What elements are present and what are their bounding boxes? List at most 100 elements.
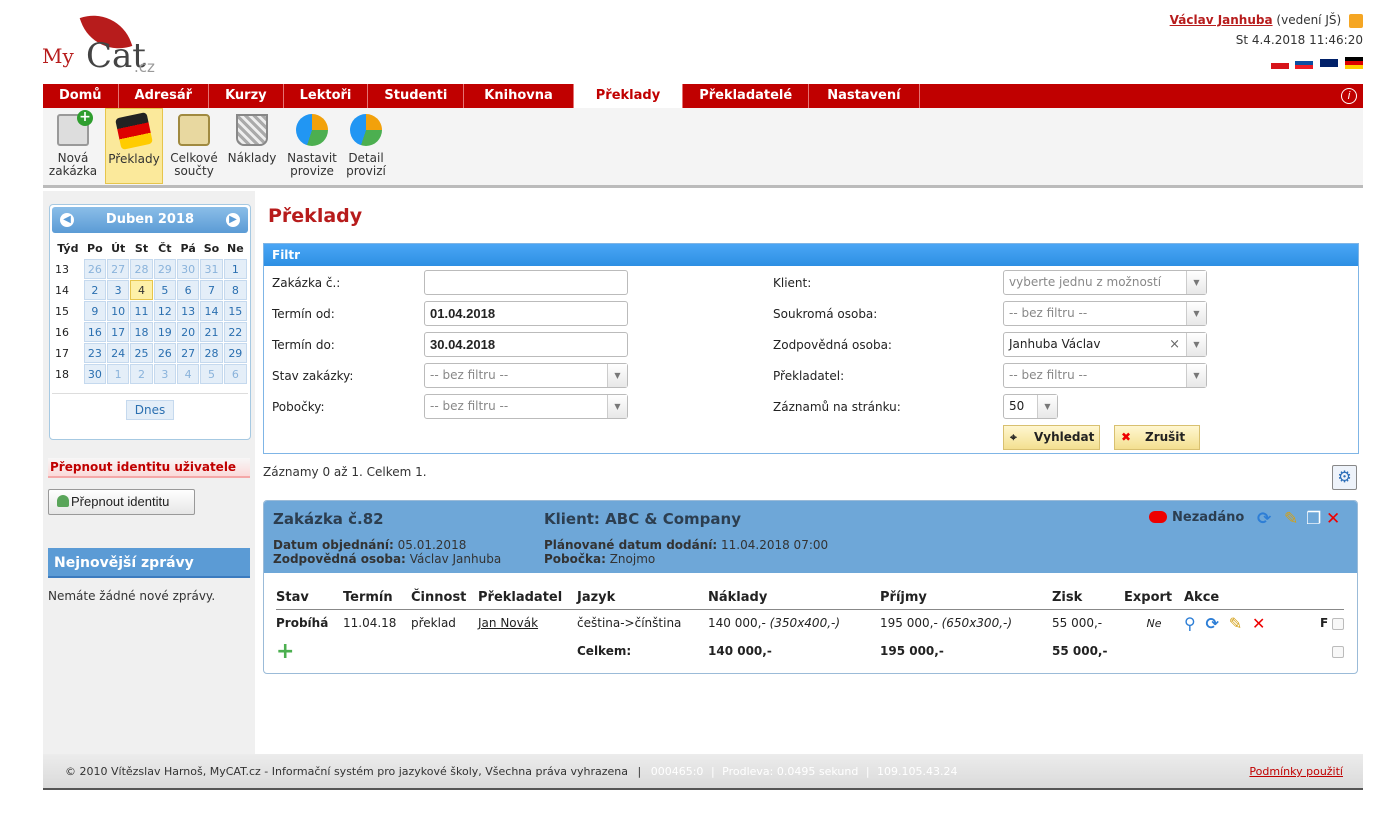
commission-detail-button[interactable]: Detail provizí [343, 108, 389, 184]
german-flag-icon[interactable] [1345, 56, 1363, 69]
edit-icon[interactable]: ✎ [1284, 509, 1298, 529]
calendar-day[interactable]: 1 [107, 364, 130, 384]
delete-icon[interactable]: ✕ [1326, 509, 1340, 529]
search-button[interactable]: ⌖ Vyhledat [1003, 425, 1100, 450]
totals-button[interactable]: Celkové součty [167, 108, 221, 184]
private-person-select[interactable]: -- bez filtru -- ▼ [1003, 301, 1207, 326]
calendar-day[interactable]: 15 [223, 301, 247, 321]
edit-icon[interactable]: ✎ [1229, 614, 1242, 633]
footer-sep: | [710, 765, 715, 778]
main-navigation: Domů Adresář Kurzy Lektoři Studenti Knih… [43, 84, 1363, 108]
calendar-day[interactable]: 10 [107, 301, 130, 321]
logout-icon[interactable] [1349, 13, 1363, 28]
prev-month-icon[interactable]: ◀ [60, 213, 74, 227]
calendar-day[interactable]: 25 [130, 343, 153, 363]
tab-prekladatele[interactable]: Překladatelé [683, 84, 810, 108]
costs-button[interactable]: Náklady [225, 108, 279, 184]
calendar-day[interactable]: 19 [153, 322, 176, 342]
branches-select[interactable]: -- bez filtru -- ▼ [424, 394, 628, 419]
tab-knihovna[interactable]: Knihovna [464, 84, 574, 108]
user-name-link[interactable]: Václav Janhuba [1170, 13, 1273, 27]
calendar-day-today[interactable]: 4 [130, 280, 153, 300]
calendar-day[interactable]: 18 [130, 322, 153, 342]
calendar-day[interactable]: 14 [200, 301, 223, 321]
calendar-day[interactable]: 30 [176, 259, 200, 279]
cancel-button[interactable]: ✖ Zrušit [1114, 425, 1200, 450]
copy-icon[interactable]: ❐ [1306, 509, 1321, 529]
czech-flag-icon[interactable] [1270, 56, 1289, 69]
translator-select[interactable]: -- bez filtru -- ▼ [1003, 363, 1207, 388]
status-select[interactable]: -- bez filtru -- ▼ [424, 363, 628, 388]
calendar-day[interactable]: 8 [223, 280, 247, 300]
calendar-day[interactable]: 27 [176, 343, 200, 363]
row-checkbox[interactable] [1332, 617, 1344, 630]
calendar-day[interactable]: 20 [176, 322, 200, 342]
calendar-day[interactable]: 6 [176, 280, 200, 300]
mycat-logo[interactable]: My Cat .cz [42, 4, 162, 80]
calendar-day[interactable]: 29 [223, 343, 247, 363]
calendar-day[interactable]: 3 [153, 364, 176, 384]
info-icon[interactable]: i [1341, 88, 1357, 104]
calendar-day[interactable]: 2 [130, 364, 153, 384]
calendar-day[interactable]: 29 [153, 259, 176, 279]
calendar-day[interactable]: 7 [200, 280, 223, 300]
tab-nastaveni[interactable]: Nastavení [809, 84, 920, 108]
date-to-input[interactable]: 30.04.2018 [424, 332, 628, 357]
calendar-day[interactable]: 17 [107, 322, 130, 342]
responsible-select[interactable]: Janhuba Václav × ▼ [1003, 332, 1207, 357]
new-order-button[interactable]: Nová zakázka [45, 108, 101, 184]
magnifier-icon[interactable]: ⚲ [1184, 614, 1196, 633]
slovak-flag-icon[interactable] [1295, 56, 1314, 69]
tab-domu[interactable]: Domů [43, 84, 119, 108]
calendar-day[interactable]: 28 [130, 259, 153, 279]
tab-adresar[interactable]: Adresář [119, 84, 210, 108]
clear-icon[interactable]: × [1169, 333, 1180, 356]
calendar-day[interactable]: 30 [83, 364, 106, 384]
total-checkbox[interactable] [1332, 645, 1344, 658]
tab-studenti[interactable]: Studenti [368, 84, 465, 108]
calendar-day[interactable]: 24 [107, 343, 130, 363]
terms-link[interactable]: Podmínky použití [1249, 754, 1343, 790]
calendar-day[interactable]: 5 [200, 364, 223, 384]
delete-icon[interactable]: ✕ [1252, 614, 1265, 633]
order-no-input[interactable] [424, 270, 628, 295]
client-select[interactable]: vyberte jednu z možností ▼ [1003, 270, 1207, 295]
calendar-day[interactable]: 22 [223, 322, 247, 342]
per-page-select[interactable]: 50 ▼ [1003, 394, 1058, 419]
refresh-icon[interactable]: ⟳ [1257, 509, 1271, 529]
calendar-day[interactable]: 9 [83, 301, 106, 321]
today-button[interactable]: Dnes [125, 400, 175, 420]
english-flag-icon[interactable] [1320, 56, 1339, 69]
calendar-day[interactable]: 4 [176, 364, 200, 384]
calendar-day[interactable]: 26 [83, 259, 106, 279]
translator-link[interactable]: Jan Novák [478, 616, 538, 630]
calendar-day[interactable]: 16 [83, 322, 106, 342]
calendar-day[interactable]: 3 [107, 280, 130, 300]
add-item-icon[interactable]: + [276, 639, 294, 664]
calendar-day[interactable]: 12 [153, 301, 176, 321]
next-month-icon[interactable]: ▶ [226, 213, 240, 227]
set-commissions-button[interactable]: Nastavit provize [283, 108, 341, 184]
calendar-day[interactable]: 2 [83, 280, 106, 300]
tab-preklady[interactable]: Překlady [573, 84, 684, 108]
calendar-day[interactable]: 6 [223, 364, 247, 384]
date-from-input[interactable]: 01.04.2018 [424, 301, 628, 326]
translations-button[interactable]: Překlady [105, 108, 163, 184]
calendar-day[interactable]: 5 [153, 280, 176, 300]
user-box: Václav Janhuba (vedení JŠ) St 4.4.2018 1… [1170, 10, 1363, 72]
calendar-day[interactable]: 21 [200, 322, 223, 342]
refresh-icon[interactable]: ⟳ [1206, 614, 1219, 633]
tab-kurzy[interactable]: Kurzy [209, 84, 284, 108]
calendar-day[interactable]: 26 [153, 343, 176, 363]
calendar-day[interactable]: 11 [130, 301, 153, 321]
calendar-day[interactable]: 28 [200, 343, 223, 363]
switch-identity-button[interactable]: Přepnout identitu [48, 489, 195, 515]
calendar-day[interactable]: 13 [176, 301, 200, 321]
calendar-day[interactable]: 1 [223, 259, 247, 279]
table-settings-icon[interactable]: ⚙ [1332, 465, 1357, 490]
calendar-day[interactable]: 31 [200, 259, 223, 279]
calendar-day[interactable]: 23 [83, 343, 106, 363]
tab-lektori[interactable]: Lektoři [284, 84, 369, 108]
calendar-day[interactable]: 27 [107, 259, 130, 279]
row-export[interactable]: Ne [1124, 609, 1184, 637]
